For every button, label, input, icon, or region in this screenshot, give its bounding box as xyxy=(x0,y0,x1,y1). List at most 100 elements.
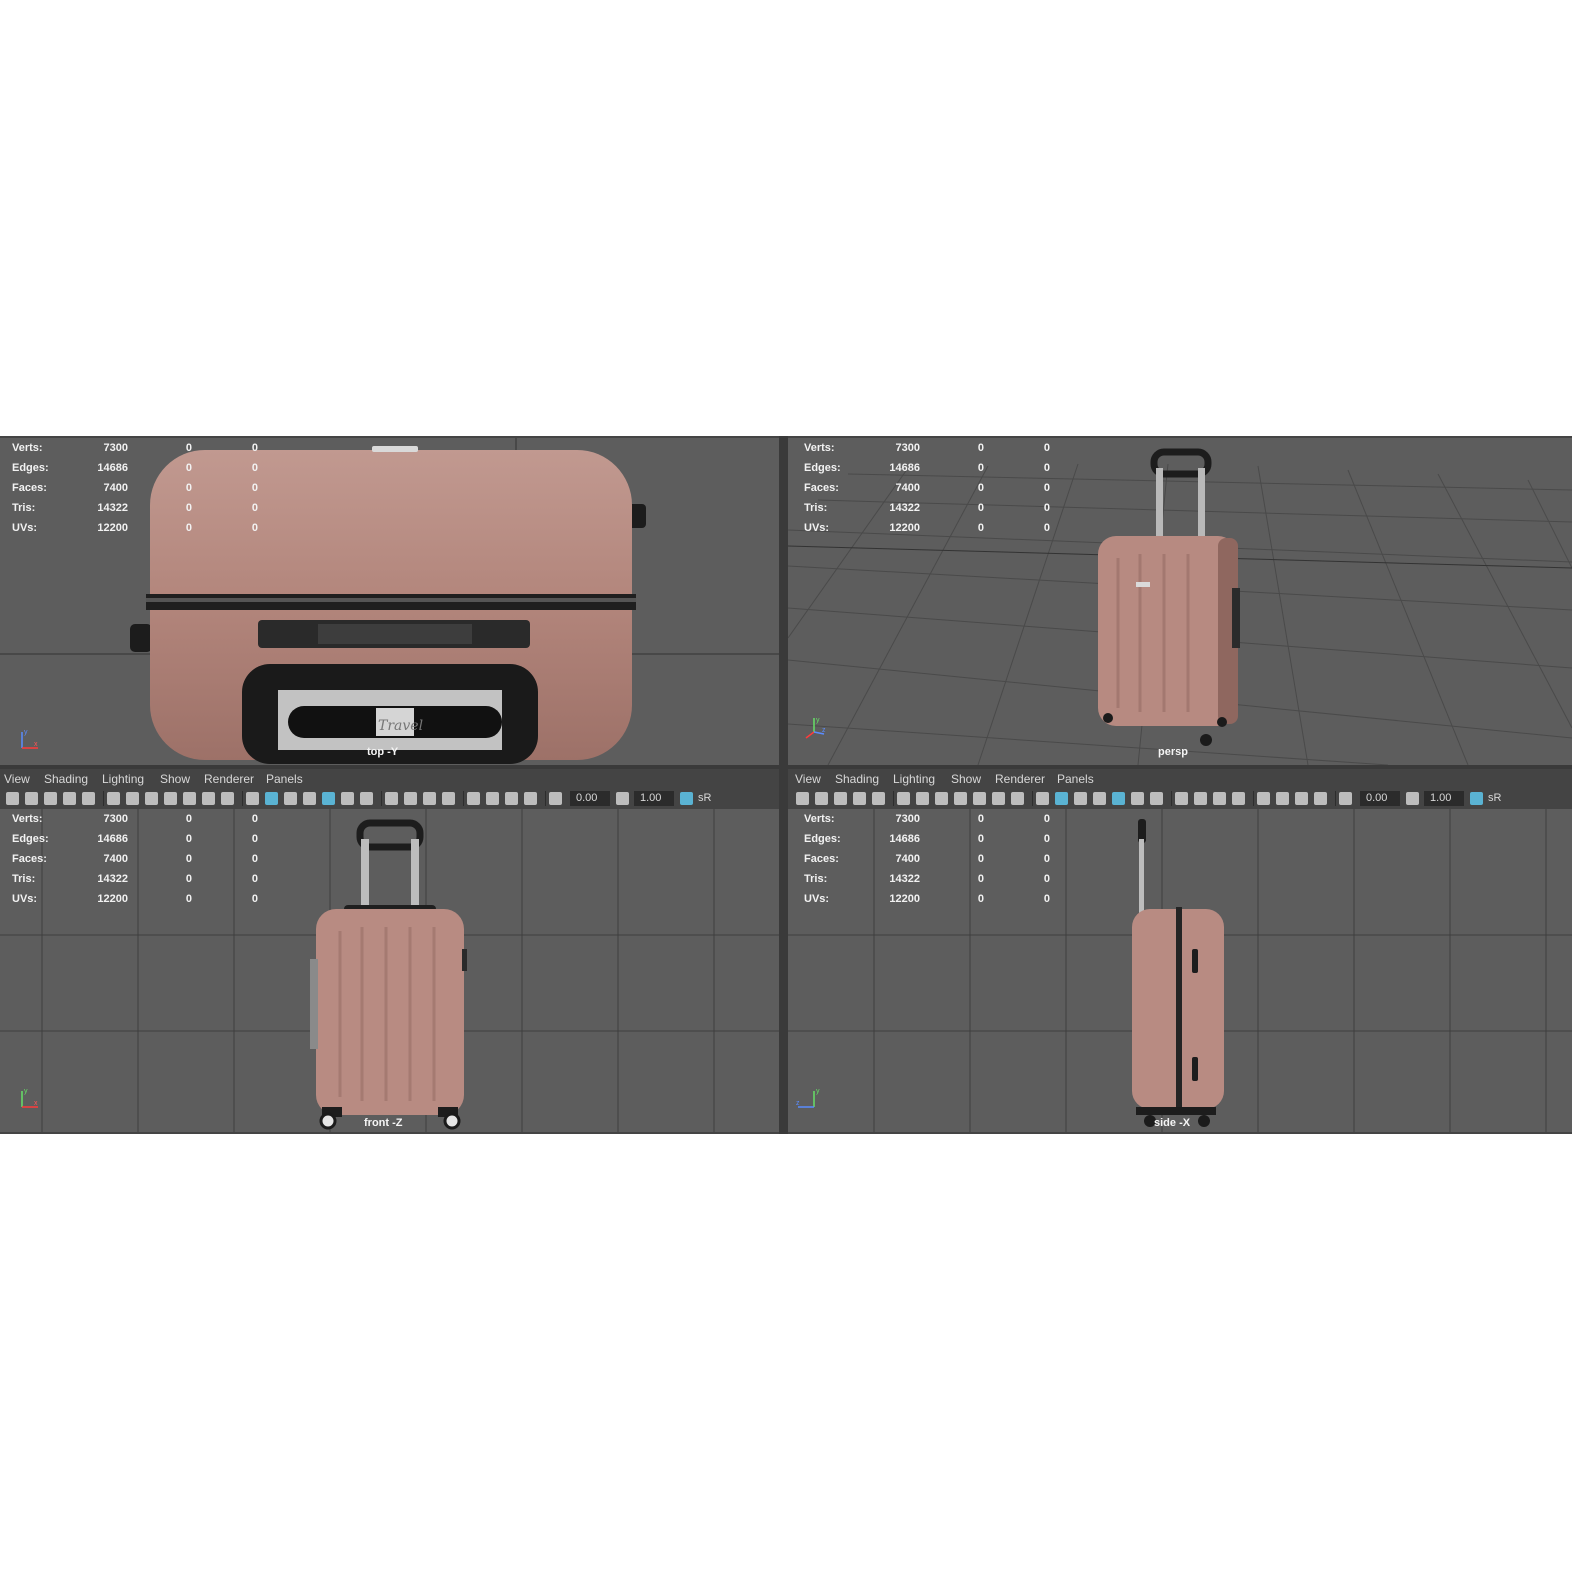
menu-lighting[interactable]: Lighting xyxy=(102,772,144,786)
maya-workspace: Travel Verts: 7300 0 0 Edges: 14686 0 0 Faces: 74… xyxy=(0,436,1572,1134)
color-management-icon[interactable] xyxy=(680,792,693,805)
default-material-icon[interactable] xyxy=(284,792,297,805)
smooth-shade-icon[interactable] xyxy=(1055,792,1068,805)
film-gate-icon[interactable] xyxy=(126,792,139,805)
grease-pencil-icon[interactable] xyxy=(872,792,885,805)
resolution-gate-icon[interactable] xyxy=(145,792,158,805)
safe-action-icon[interactable] xyxy=(202,792,215,805)
toolbar-separator xyxy=(381,791,382,806)
bookmark-icon[interactable] xyxy=(834,792,847,805)
menu-panels[interactable]: Panels xyxy=(266,772,303,786)
toolbar-separator xyxy=(463,791,464,806)
textured-icon[interactable] xyxy=(322,792,335,805)
camera-label: side -X xyxy=(1154,1117,1191,1129)
menu-view[interactable]: View xyxy=(795,772,821,786)
grid-icon[interactable] xyxy=(107,792,120,805)
camera-icon[interactable] xyxy=(796,792,809,805)
hud-value: 0 xyxy=(251,462,258,474)
color-management-icon[interactable] xyxy=(1470,792,1483,805)
ambient-occlusion-icon[interactable] xyxy=(1175,792,1188,805)
viewport-top[interactable]: Travel Verts: 7300 0 0 Edges: 14686 0 0 Faces: 74… xyxy=(0,438,779,765)
gamma-icon[interactable] xyxy=(1406,792,1419,805)
anti-aliasing-icon[interactable] xyxy=(1213,792,1226,805)
field-chart-icon[interactable] xyxy=(183,792,196,805)
viewport-persp[interactable]: Verts: 7300 0 0 Edges: 14686 0 0 Faces: 7400 0 0 Tri… xyxy=(788,438,1572,765)
toolbar-separator xyxy=(1171,791,1172,806)
viewport-side[interactable]: Verts: 7300 0 0 Edges: 14686 0 0 Faces: 7400 0 0 Tri… xyxy=(788,809,1572,1132)
menu-lighting[interactable]: Lighting xyxy=(893,772,935,786)
grease-pencil-icon[interactable] xyxy=(82,792,95,805)
shadows-icon[interactable] xyxy=(360,792,373,805)
panel-divider[interactable] xyxy=(779,436,788,1134)
wireframe-on-shaded-icon[interactable] xyxy=(1093,792,1106,805)
image-plane-icon[interactable] xyxy=(853,792,866,805)
hud-value: 12200 xyxy=(889,893,920,905)
safe-title-icon[interactable] xyxy=(221,792,234,805)
menu-renderer[interactable]: Renderer xyxy=(204,772,254,786)
shadows-icon[interactable] xyxy=(1150,792,1163,805)
backface-icon[interactable] xyxy=(1314,792,1327,805)
grid-icon[interactable] xyxy=(897,792,910,805)
exposure-icon[interactable] xyxy=(549,792,562,805)
use-lights-icon[interactable] xyxy=(341,792,354,805)
viewport-front[interactable]: Verts: 7300 0 0 Edges: 14686 0 0 Faces: 7400 0 0 Tri… xyxy=(0,809,779,1132)
menu-renderer[interactable]: Renderer xyxy=(995,772,1045,786)
menu-show[interactable]: Show xyxy=(160,772,190,786)
default-material-icon[interactable] xyxy=(1074,792,1087,805)
camera-icon[interactable] xyxy=(6,792,19,805)
backface-icon[interactable] xyxy=(524,792,537,805)
menu-show[interactable]: Show xyxy=(951,772,981,786)
isolate-select-icon[interactable] xyxy=(467,792,480,805)
hud-value: 0 xyxy=(251,482,258,494)
depth-of-field-icon[interactable] xyxy=(1232,792,1245,805)
hud-row: Edges: 14686 0 0 xyxy=(12,462,272,482)
exposure-field[interactable]: 0.00 xyxy=(570,791,610,806)
xray-joints-icon[interactable] xyxy=(1295,792,1308,805)
camera-attr-icon[interactable] xyxy=(815,792,828,805)
camera-attr-icon[interactable] xyxy=(25,792,38,805)
poly-count-hud: Verts: 7300 0 0 Edges: 14686 0 0 Faces: 7400 0 0 Tri… xyxy=(804,442,1064,542)
colorspace-label[interactable]: sR xyxy=(1488,792,1501,804)
wireframe-icon[interactable] xyxy=(1036,792,1049,805)
motion-blur-icon[interactable] xyxy=(1194,792,1207,805)
camera-label: persp xyxy=(1158,746,1188,758)
gate-mask-icon[interactable] xyxy=(954,792,967,805)
anti-aliasing-icon[interactable] xyxy=(423,792,436,805)
exposure-field[interactable]: 0.00 xyxy=(1360,791,1400,806)
film-gate-icon[interactable] xyxy=(916,792,929,805)
toolbar-separator xyxy=(242,791,243,806)
hud-value: 0 xyxy=(251,442,258,454)
gamma-field[interactable]: 1.00 xyxy=(1424,791,1464,806)
xray-icon[interactable] xyxy=(486,792,499,805)
wireframe-icon[interactable] xyxy=(246,792,259,805)
xray-icon[interactable] xyxy=(1276,792,1289,805)
isolate-select-icon[interactable] xyxy=(1257,792,1270,805)
depth-of-field-icon[interactable] xyxy=(442,792,455,805)
menu-shading[interactable]: Shading xyxy=(835,772,879,786)
smooth-shade-icon[interactable] xyxy=(265,792,278,805)
menu-panels[interactable]: Panels xyxy=(1057,772,1094,786)
gamma-icon[interactable] xyxy=(616,792,629,805)
axis-gizmo: y z xyxy=(796,1088,820,1108)
safe-title-icon[interactable] xyxy=(1011,792,1024,805)
svg-text:y: y xyxy=(816,717,820,724)
gamma-field[interactable]: 1.00 xyxy=(634,791,674,806)
menu-view[interactable]: View xyxy=(4,772,30,786)
motion-blur-icon[interactable] xyxy=(404,792,417,805)
gate-mask-icon[interactable] xyxy=(164,792,177,805)
bookmark-icon[interactable] xyxy=(44,792,57,805)
exposure-icon[interactable] xyxy=(1339,792,1352,805)
xray-joints-icon[interactable] xyxy=(505,792,518,805)
textured-icon[interactable] xyxy=(1112,792,1125,805)
image-plane-icon[interactable] xyxy=(63,792,76,805)
hud-value: 0 xyxy=(1043,893,1050,905)
field-chart-icon[interactable] xyxy=(973,792,986,805)
hud-value: 0 xyxy=(185,462,192,474)
wireframe-on-shaded-icon[interactable] xyxy=(303,792,316,805)
resolution-gate-icon[interactable] xyxy=(935,792,948,805)
safe-action-icon[interactable] xyxy=(992,792,1005,805)
colorspace-label[interactable]: sR xyxy=(698,792,711,804)
ambient-occlusion-icon[interactable] xyxy=(385,792,398,805)
menu-shading[interactable]: Shading xyxy=(44,772,88,786)
use-lights-icon[interactable] xyxy=(1131,792,1144,805)
